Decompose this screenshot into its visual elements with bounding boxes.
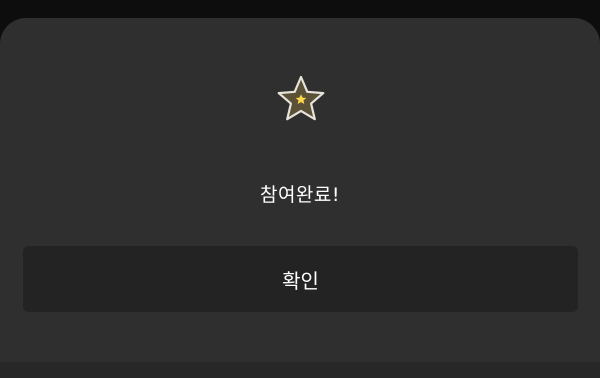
completion-message: 참여완료! <box>259 184 341 206</box>
confirm-button-label: 확인 <box>282 268 319 293</box>
screen: 참여완료! 확인 <box>0 0 600 378</box>
star-icon <box>277 75 325 121</box>
bottom-bar <box>0 362 600 378</box>
confirm-button[interactable]: 확인 <box>23 246 578 312</box>
